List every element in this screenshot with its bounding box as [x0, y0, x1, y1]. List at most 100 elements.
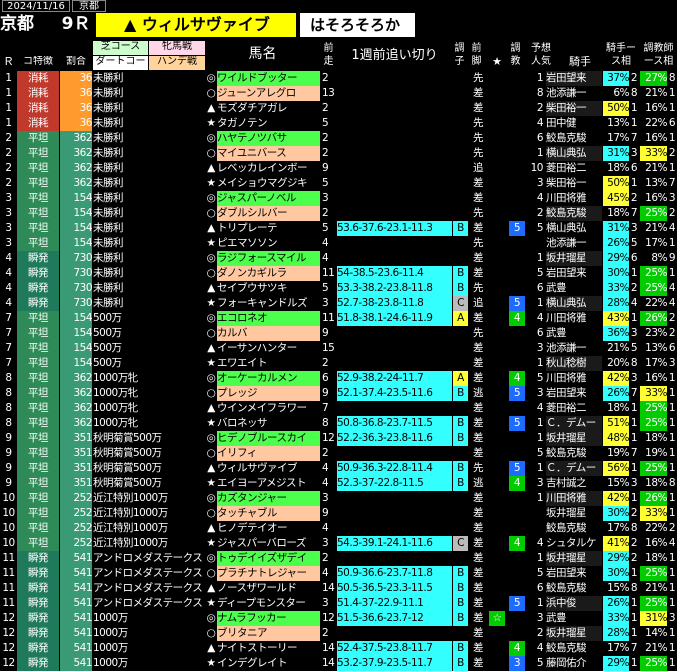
leg-type: 差 — [473, 432, 484, 444]
race-class: 未勝利 — [93, 177, 124, 189]
jockey-rate: 30% — [603, 506, 629, 521]
star-mark — [489, 656, 505, 671]
jockey: 坂井瑠星 — [546, 507, 587, 519]
jockey: 川田将雅 — [546, 192, 587, 204]
trainer-rate: 16% — [645, 372, 667, 384]
horse-name: トリプレーテ — [217, 222, 278, 234]
trainer-rate: 25% — [640, 206, 667, 221]
ratio: 154 — [60, 191, 92, 206]
condition — [453, 71, 468, 86]
trainer-rate: 21% — [645, 162, 667, 174]
leg-type: 差 — [473, 537, 484, 549]
jockey-rate: 6% — [613, 87, 629, 99]
leg-type: 差 — [473, 252, 484, 264]
popularity — [527, 236, 543, 251]
workout-time — [337, 191, 452, 206]
popularity: 5 — [536, 567, 543, 579]
leg-type: 差 — [473, 417, 484, 429]
race-num: 10 — [2, 522, 15, 534]
prev-pos: 5 — [322, 117, 329, 129]
race-num: 12 — [2, 642, 15, 654]
trainer-rank: 2 — [668, 207, 676, 219]
horse-name: ヒデノブルースカイ — [217, 431, 320, 446]
horse-name: ノースザワールド — [217, 582, 297, 594]
jockey-rank: 7 — [630, 207, 638, 219]
workout-time: 53.6-37.6-23.1-11.3 — [337, 221, 452, 236]
leg-type: 差 — [473, 312, 484, 324]
venue-small-label: 京都 — [72, 0, 106, 12]
prev-pos: 3 — [322, 192, 329, 204]
star-mark: ☆ — [489, 611, 505, 626]
trainer-rate: 25% — [640, 656, 667, 671]
trainer-rank: 1 — [668, 627, 676, 639]
jockey-rank: 2 — [630, 192, 638, 204]
race-class: 1000万牝 — [93, 387, 138, 399]
popularity — [527, 521, 543, 536]
condition — [453, 326, 468, 341]
prev-pos: 4 — [322, 237, 329, 249]
table-row: 9 平坦 351 秋明菊賞500万 ◎ ヒデノブルースカイ 12 52.2-36.3-23.8… — [0, 431, 677, 446]
workout-time — [337, 116, 452, 131]
race-num: 3 — [5, 222, 12, 234]
trainer-rate: 16% — [645, 192, 667, 204]
jockey: 柴田裕一 — [546, 177, 587, 189]
train-score: 4 — [509, 641, 525, 656]
jockey: 坂井瑠星 — [546, 626, 602, 641]
ratio: 362 — [60, 176, 92, 191]
jockey: 田中健 — [546, 117, 577, 129]
star-mark — [489, 206, 505, 221]
race-class: 秋明菊賞500万 — [93, 447, 162, 459]
table-row: 1 消耗 36 未勝利 ○ ジューンアレグロ 13 差 8 池添謙一 6% 8 21% 1 — [0, 86, 677, 101]
course-type: 瞬発 — [17, 266, 59, 281]
star-mark — [489, 446, 505, 461]
condition: B — [453, 416, 468, 431]
mark: ○ — [206, 207, 216, 219]
condition — [453, 116, 468, 131]
race-class: 1000万牝 — [93, 402, 138, 414]
prev-pos: 4 — [322, 567, 329, 579]
horse-name: カズタンジャー — [217, 491, 320, 506]
race-class: 500万 — [93, 312, 122, 324]
trainer-rank: 2 — [668, 312, 676, 324]
workout-time: 53.3-38.2-23.8-11.8 — [337, 281, 452, 296]
race-num: 9 — [5, 447, 12, 459]
jockey-rate: 19% — [607, 447, 629, 459]
condition — [453, 176, 468, 191]
train-score — [509, 431, 525, 446]
jockey: 武豊 — [546, 612, 567, 624]
leg-type: 差 — [473, 627, 484, 639]
jockey: 鮫島克駿 — [546, 582, 587, 594]
horse-name: ラジフォースマイル — [217, 251, 320, 266]
jockey-rate: 42% — [603, 491, 629, 506]
condition — [453, 131, 468, 146]
table-row: 10 平坦 252 近江特別1000万 ◎ カズタンジャー 3 差 1 川田将雅 42% 1 26% 1 — [0, 491, 677, 506]
jockey-rate: 29% — [603, 251, 629, 266]
workout-time: 51.8-38.1-24.6-11.9 — [337, 311, 452, 326]
course-type: 平坦 — [17, 491, 59, 506]
star-mark — [489, 461, 505, 476]
horse-name: メイショウマグジキ — [217, 177, 308, 189]
trainer-rank: 1 — [668, 387, 676, 399]
ratio: 36 — [60, 101, 92, 116]
leg-type: 差 — [473, 492, 484, 504]
mark: ○ — [206, 567, 216, 579]
popularity: 4 — [536, 312, 543, 324]
ratio: 362 — [60, 146, 92, 161]
mark: ★ — [206, 537, 216, 549]
race-num: 1 — [5, 102, 12, 114]
table-row: 1 消耗 36 未勝利 ▲ モズダチアガレ 2 差 2 柴田裕一 50% 1 16% 1 — [0, 101, 677, 116]
race-num: 7 — [5, 327, 12, 339]
train-score: 5 — [509, 296, 525, 311]
popularity: 1 — [536, 432, 543, 444]
leg-type: 先 — [473, 327, 484, 339]
trainer-rate: 21% — [645, 582, 667, 594]
race-class: 未勝利 — [93, 207, 124, 219]
workout-time — [337, 356, 452, 371]
jockey: 池添謙一 — [546, 87, 587, 99]
workout-time — [337, 251, 452, 266]
horse-name: フォーキャンドルズ — [217, 297, 308, 309]
jockey: 岩田望来 — [546, 71, 602, 86]
workout-time — [337, 236, 452, 251]
star-mark — [489, 491, 505, 506]
jockey-rank: 8 — [630, 582, 638, 594]
